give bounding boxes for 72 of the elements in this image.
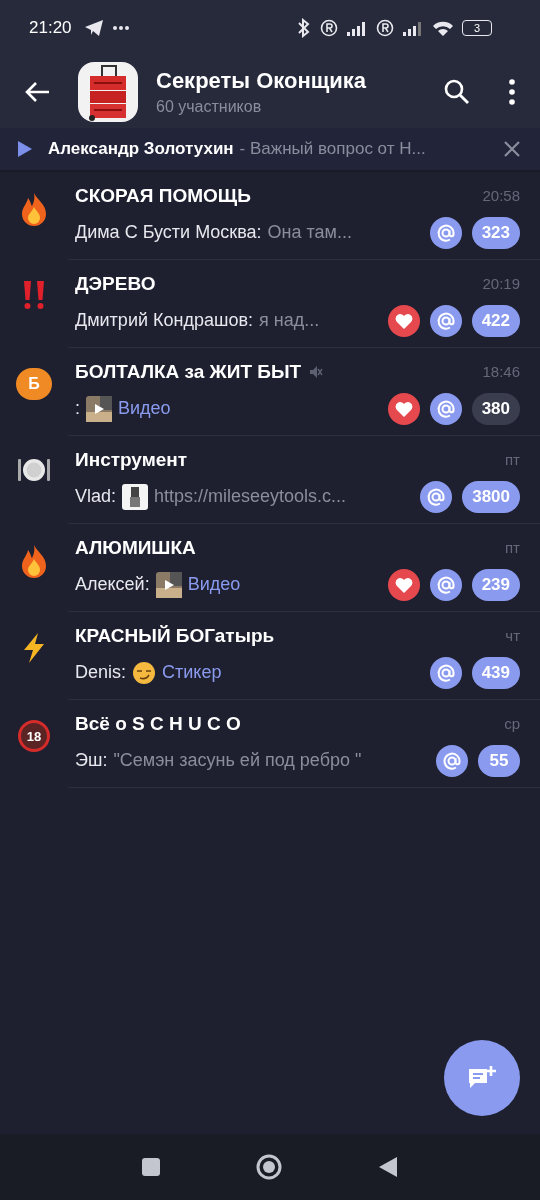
more-options-icon[interactable] (508, 79, 516, 105)
back-icon[interactable] (378, 1156, 398, 1178)
topic-title: БОЛТАЛКА за ЖИТ БЫТ (75, 360, 302, 383)
roaming-icon (376, 19, 394, 37)
message-sender: Алексей: (75, 574, 150, 595)
search-icon[interactable] (444, 79, 470, 105)
topic-item[interactable]: Б БОЛТАЛКА за ЖИТ БЫТ 18:46 : Видео 380 (0, 348, 540, 436)
topic-time: чт (505, 627, 520, 644)
back-arrow-icon[interactable] (24, 81, 50, 103)
message-sender: Дмитрий Кондрашов: (75, 310, 253, 331)
home-icon[interactable] (256, 1154, 282, 1180)
topic-time: пт (505, 451, 520, 468)
fire-icon (19, 192, 49, 226)
pinned-author: Александр Золотухин (48, 139, 234, 159)
battery-indicator: 3 (462, 20, 492, 36)
topic-title: ДЭРЕВО (75, 272, 156, 295)
signal-icon (346, 20, 368, 36)
telegram-icon (83, 19, 104, 37)
unread-count-badge: 439 (471, 656, 520, 689)
topic-title: КРАСНЫЙ БОГатырь (75, 624, 275, 647)
close-icon[interactable] (504, 141, 520, 157)
message-preview: я над... (258, 310, 320, 331)
pinned-message: - Важный вопрос от Н... (239, 139, 427, 159)
unread-count-badge: 422 (471, 304, 520, 337)
speech-bubble-icon: Б (16, 368, 52, 400)
message-preview: Стикер (162, 662, 222, 683)
topic-time: 20:58 (482, 187, 520, 204)
smirk-face-icon (132, 660, 157, 685)
double-exclamation-icon (22, 280, 46, 310)
bluetooth-icon (296, 18, 312, 38)
status-time: 21:20 (29, 18, 72, 38)
group-title: Секреты Оконщика (156, 68, 368, 94)
play-icon (18, 141, 32, 157)
message-sender: Эш: (75, 750, 108, 771)
signal-icon (402, 20, 424, 36)
topic-time: 18:46 (482, 363, 520, 380)
more-notifications-icon (111, 25, 130, 31)
plate-icon (17, 456, 51, 484)
member-count: 60 участников (156, 98, 263, 116)
topic-item[interactable]: 18 Всё о S C H U C O ср Эш: "Семэн засунь ей под ребро " 55 (0, 700, 540, 788)
message-preview: https://mileseeytools.c... (154, 486, 347, 507)
topic-time: 20:19 (482, 275, 520, 292)
message-sender: Дима С Бусти Москва: (75, 222, 262, 243)
message-preview: Она там... (267, 222, 352, 243)
compose-icon (467, 1065, 497, 1091)
unread-count-badge: 380 (471, 392, 520, 425)
topic-item[interactable]: АЛЮМИШКА пт Алексей: Видео 239 (0, 524, 540, 612)
topic-item[interactable]: Инструмент пт Vlad: https://mileseeytools.c... 3800 (0, 436, 540, 524)
topic-title: СКОРАЯ ПОМОЩЬ (75, 184, 251, 207)
topic-item[interactable]: ДЭРЕВО 20:19 Дмитрий Кондрашов: я над... 422 (0, 260, 540, 348)
message-sender: Denis: (75, 662, 127, 683)
message-preview: "Семэн засунь ей под ребро " (113, 750, 362, 771)
fire-icon (19, 544, 49, 578)
unread-count-badge: 323 (471, 216, 520, 249)
message-sender: Vlad: (75, 486, 117, 507)
topic-item[interactable]: СКОРАЯ ПОМОЩЬ 20:58 Дима С Бусти Москва: Она там... 323 (0, 172, 540, 260)
unread-count-badge: 3800 (462, 480, 520, 513)
no-under-18-icon: 18 (18, 720, 50, 752)
message-sender: : (75, 398, 80, 419)
topic-title: Всё о S C H U C O (75, 712, 241, 735)
lightning-icon (21, 632, 47, 664)
topic-time: ср (504, 715, 520, 732)
topic-time: пт (505, 539, 520, 556)
message-preview: Видео (187, 574, 241, 595)
topic-item[interactable]: КРАСНЫЙ БОГатырь чт Denis: Стикер 439 (0, 612, 540, 700)
topic-title: Инструмент (75, 448, 188, 471)
unread-count-badge: 55 (478, 744, 520, 777)
roaming-icon (320, 19, 338, 37)
topic-title: АЛЮМИШКА (75, 536, 196, 559)
message-preview: Видео (118, 398, 171, 419)
unread-count-badge: 239 (471, 568, 520, 601)
wifi-icon (432, 19, 454, 37)
